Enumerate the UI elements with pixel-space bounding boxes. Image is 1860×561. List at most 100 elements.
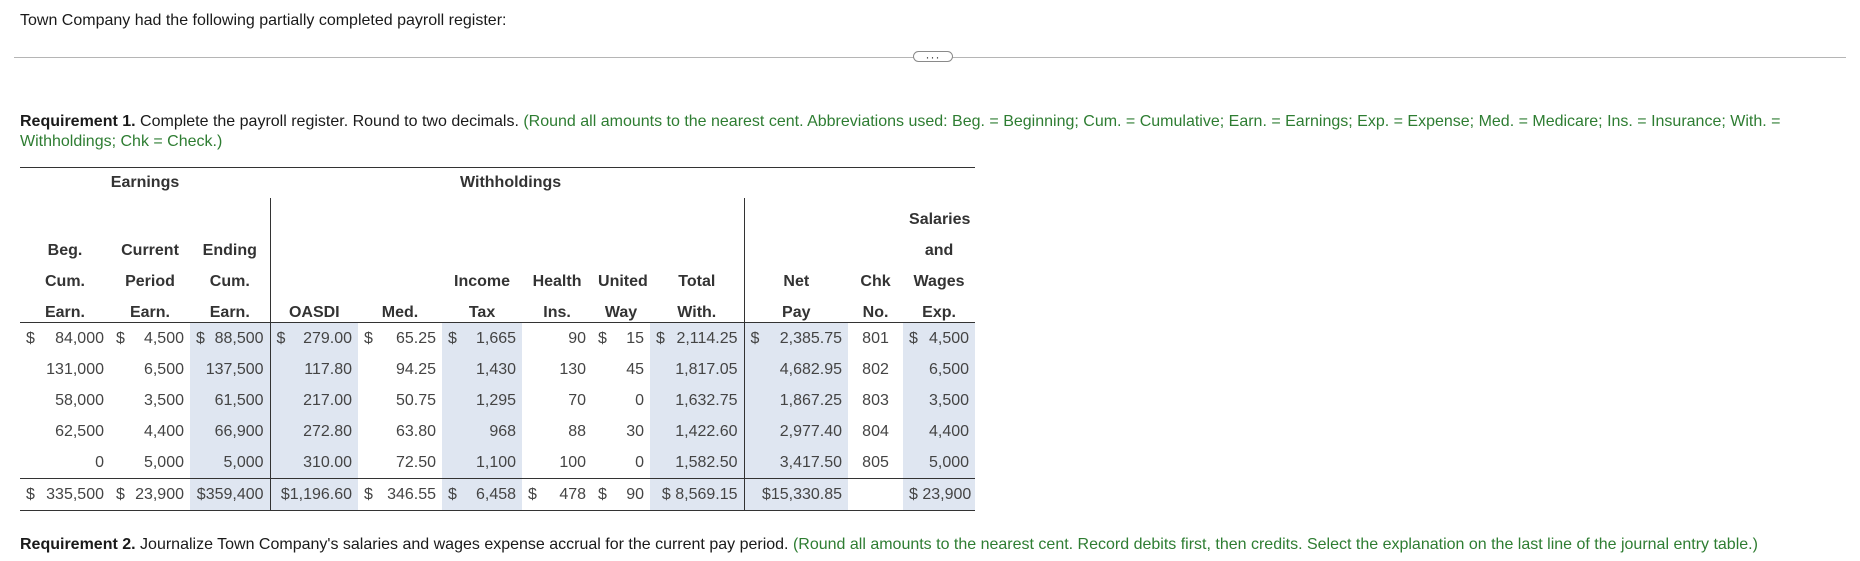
cell-total: 1,582.50 <box>650 447 745 479</box>
cell-content: $23,900 <box>116 486 184 504</box>
cell-med: $65.25 <box>358 323 442 355</box>
header-cell: Med. <box>358 291 443 323</box>
header-cell <box>269 229 359 260</box>
cell-end: 5,000 <box>190 447 271 479</box>
header-cell: Income <box>454 273 511 290</box>
cell-med: 50.75 <box>395 391 437 409</box>
header-cell <box>522 229 592 260</box>
cell-end: 137,500 <box>190 354 271 385</box>
currency-sign: $ <box>116 329 125 347</box>
header-cell <box>442 229 522 260</box>
header-cell: Beg. <box>47 242 83 259</box>
cell-content: $90 <box>598 486 644 504</box>
cell-uw: 45 <box>626 360 645 378</box>
cell-chk: 805 <box>862 453 889 471</box>
cell-med: 94.25 <box>395 360 437 378</box>
header-cell: With. <box>650 291 745 323</box>
cell-oasdi: 310.00 <box>269 447 359 479</box>
cell-content: $478 <box>528 486 586 504</box>
cell-tax: $1,665 <box>442 322 523 354</box>
cell-health: 88 <box>568 422 587 440</box>
cell-exp: 6,500 <box>903 354 976 385</box>
currency-sign: $ <box>26 485 35 503</box>
header-cell <box>358 198 442 229</box>
cell-value: 90 <box>626 485 645 503</box>
currency-sign: $ <box>364 329 373 347</box>
table-row: $84,000 $4,500 $88,500 $279.00 $65.25 $1,665 9… <box>20 322 976 355</box>
cell-content: $65.25 <box>364 330 436 348</box>
header-cell: Current <box>121 242 179 259</box>
currency-sign: $ <box>116 485 125 503</box>
cell-beg: 131,000 <box>46 360 104 378</box>
cell-value: 2,114.25 <box>676 329 738 347</box>
currency-sign: $ <box>598 329 607 347</box>
cell-value: 6,458 <box>475 485 517 503</box>
header-cell <box>592 198 650 229</box>
cell-value: 88,500 <box>214 329 264 347</box>
cell-beg: 0 <box>95 453 104 471</box>
cell-value: 84,000 <box>55 329 104 347</box>
cell-exp: 4,400 <box>903 416 976 447</box>
cell-oasdi: $279.00 <box>269 322 359 354</box>
total-chk <box>848 478 904 511</box>
total-net: $15,330.85 <box>743 478 849 511</box>
cell-exp: 5,000 <box>903 447 976 479</box>
total-oasdi: $1,196.60 <box>269 478 359 511</box>
cell-total: 1,632.75 <box>650 385 745 416</box>
header-cell <box>269 260 359 291</box>
header-cell: Wages <box>913 273 965 290</box>
cell-health: 70 <box>568 391 587 409</box>
cell-net: 2,977.40 <box>743 416 849 447</box>
cell-end: 61,500 <box>190 385 271 416</box>
cell-content: $88,500 <box>196 330 264 348</box>
header-cell <box>190 198 270 229</box>
cell-value: 346.55 <box>387 485 437 503</box>
header-cell: Tax <box>442 291 523 323</box>
cell-health: 90 <box>568 329 587 347</box>
header-cell <box>442 198 522 229</box>
table-row: 58,000 3,500 61,500 217.00 50.75 1,295 70 0 1,63… <box>20 385 976 416</box>
header-cell: Cum. <box>45 273 85 290</box>
currency-sign: $ <box>448 329 457 347</box>
cell-oasdi: 217.00 <box>269 385 359 416</box>
cell-content: $4,500 <box>909 330 969 348</box>
header-cell: Way <box>592 291 651 323</box>
cell-value: 4,500 <box>929 329 970 347</box>
currency-sign: $ <box>196 329 205 347</box>
total-beg: $335,500 <box>20 478 110 511</box>
cell-uw: 30 <box>626 422 645 440</box>
cell-exp: 3,500 <box>903 385 976 416</box>
header-cell <box>650 229 744 260</box>
cell-uw: 0 <box>635 453 645 471</box>
currency-sign: $ <box>598 485 607 503</box>
header-cell <box>20 198 110 229</box>
cell-value: 279.00 <box>303 329 353 347</box>
total-med: $346.55 <box>358 478 443 511</box>
cell-chk: 804 <box>862 422 889 440</box>
cell-value: 23,900 <box>135 485 184 503</box>
cell-content: $4,500 <box>116 330 184 348</box>
header-cell: United <box>598 273 648 290</box>
cell-content: $279.00 <box>277 330 353 348</box>
cell-beg: 58,000 <box>55 391 104 409</box>
currency-sign: $ <box>750 329 760 347</box>
cell-value: 65.25 <box>395 329 437 347</box>
table-row: 131,000 6,500 137,500 117.80 94.25 1,430 130 45… <box>20 354 976 385</box>
cell-content: $346.55 <box>364 486 436 504</box>
total-uw: $90 <box>592 478 651 511</box>
currency-sign: $ <box>528 485 537 503</box>
header-cell <box>743 198 849 229</box>
cell-value: 4,500 <box>143 329 184 347</box>
header-cell <box>592 229 650 260</box>
header-cell <box>743 229 849 260</box>
cell-cur: 6,500 <box>143 360 184 378</box>
register-rows: $84,000 $4,500 $88,500 $279.00 $65.25 $1,665 9… <box>20 322 976 511</box>
currency-sign: $ <box>909 329 918 347</box>
header-cell: Salaries <box>909 211 971 228</box>
header-cell: Earn. <box>20 291 110 323</box>
currency-sign: $ <box>364 485 373 503</box>
cell-end: $88,500 <box>190 322 271 354</box>
requirement-2-label: Requirement 2. <box>20 536 136 553</box>
header-cell: Net <box>743 260 849 291</box>
expand-more-button[interactable]: ··· <box>913 51 953 63</box>
